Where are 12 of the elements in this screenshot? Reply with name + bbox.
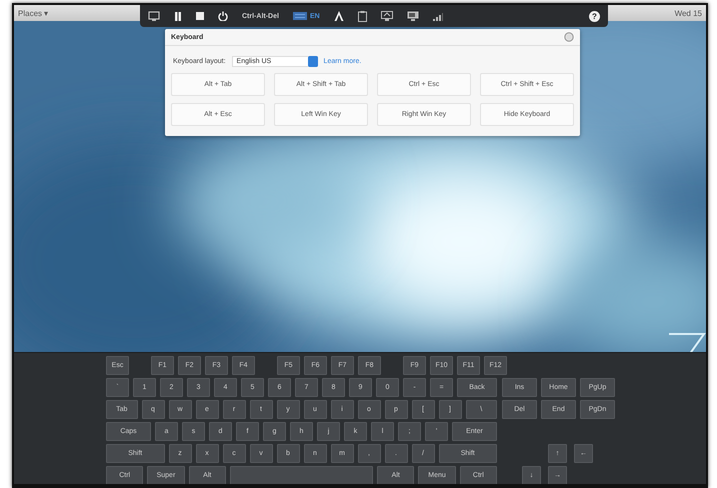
- monitor-icon[interactable]: [148, 11, 160, 21]
- close-icon[interactable]: [564, 32, 574, 42]
- help-button[interactable]: ?: [589, 10, 600, 22]
- screen-icon[interactable]: [380, 11, 393, 21]
- display-icon[interactable]: [406, 11, 419, 21]
- keyboard-icon: [292, 12, 307, 20]
- signal-icon[interactable]: [432, 12, 443, 20]
- places-menu[interactable]: Places ▾: [18, 8, 48, 18]
- power-icon[interactable]: [218, 11, 228, 21]
- clipboard-icon[interactable]: [358, 10, 367, 22]
- pause-icon[interactable]: [174, 12, 182, 20]
- clock: Wed 15: [674, 8, 702, 18]
